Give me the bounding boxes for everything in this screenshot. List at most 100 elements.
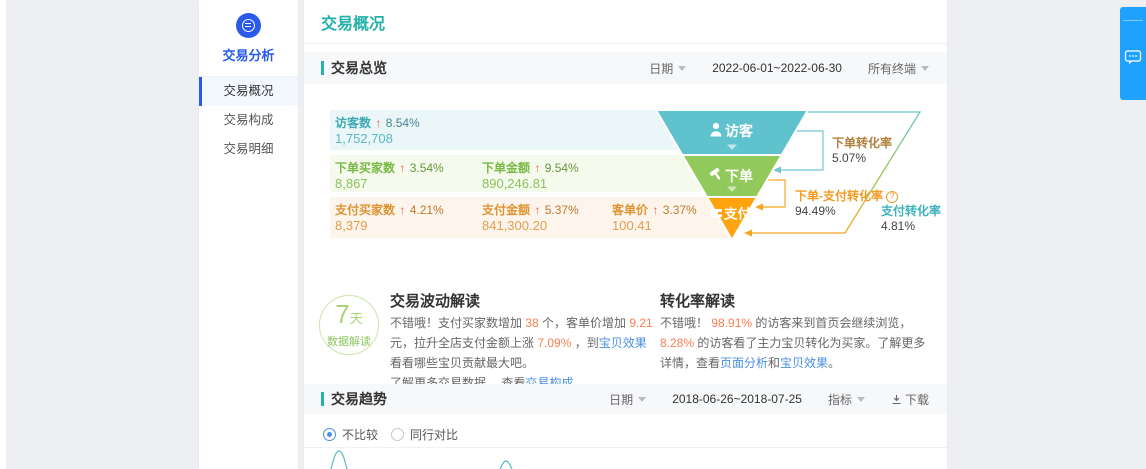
arrow-left-icon: [755, 204, 763, 211]
date-label: 日期: [649, 60, 673, 77]
sidebar: 交易分析 交易概况 交易构成 交易明细: [199, 0, 298, 469]
text-segment: 不错哦！: [660, 316, 711, 330]
download-icon: [891, 394, 902, 405]
radio-label: 不比较: [342, 426, 378, 443]
metric-label: 支付买家数: [335, 203, 395, 217]
sidebar-item-composition[interactable]: 交易构成: [199, 106, 298, 135]
conversion-value: 5.07%: [832, 151, 892, 166]
metric-avg-order: 客单价 ↑ 3.37% 100.41: [612, 203, 697, 233]
metric-label: 下单金额: [482, 161, 530, 175]
text-segment: 个，客单价增加: [539, 316, 630, 330]
text-segment: 8.28%: [660, 336, 694, 350]
conversion-pay: 支付转化率 4.81%: [881, 204, 941, 234]
download-label: 下载: [905, 391, 929, 408]
trend-date-range[interactable]: 2018-06-26~2018-07-25: [672, 392, 802, 406]
terminal-dropdown[interactable]: 所有终端: [868, 60, 929, 77]
arrow-up-icon: ↑: [533, 203, 541, 217]
overview-section-header: 交易总览 日期 2022-06-01~2022-06-30 所有终端: [304, 52, 947, 84]
compare-radio-group: 不比较 同行对比: [323, 426, 458, 443]
help-icon[interactable]: ?: [886, 191, 898, 203]
funnel-stage-label: 下单: [725, 168, 753, 184]
badge-number: 7: [335, 299, 349, 329]
funnel-stage-label: 支付: [723, 206, 752, 222]
metric-value: 8,379: [335, 218, 444, 233]
metric-pct: 5.37%: [545, 203, 579, 217]
metric-dropdown-label: 指标: [828, 391, 852, 408]
metric-label: 客单价: [612, 203, 648, 217]
funnel-stage-visitor[interactable]: 访客: [656, 110, 808, 155]
metric-pay-amount: 支付金额 ↑ 5.37% 841,300.20: [482, 203, 579, 233]
text-segment: 9.21: [629, 316, 652, 330]
insight-left-body: 不错哦！支付买家数增加 38 个，客单价增加 9.21 元，拉升全店支付金额上涨…: [390, 313, 658, 393]
badge-unit: 天: [350, 311, 363, 326]
radio-peer-compare[interactable]: 同行对比: [391, 426, 458, 443]
chevron-down-icon: [678, 66, 686, 71]
text-segment: ，到: [571, 336, 598, 350]
metric-dropdown[interactable]: 指标: [828, 391, 865, 408]
chevron-down-icon: [638, 397, 646, 402]
text-link[interactable]: 页面分析: [720, 356, 768, 370]
conversion-label: 支付转化率: [881, 204, 941, 219]
conversion-label: 下单-支付转化率: [795, 189, 883, 204]
conversion-value: 4.81%: [881, 219, 941, 234]
overview-section-title: 交易总览: [331, 58, 387, 78]
metric-pct: 4.21%: [410, 203, 444, 217]
left-margin: [0, 0, 6, 469]
arrow-up-icon: ↑: [533, 161, 541, 175]
funnel-stage-label: 访客: [725, 123, 754, 139]
text-segment: 。: [828, 356, 840, 370]
radio-label: 同行对比: [410, 426, 458, 443]
sidebar-item-overview[interactable]: 交易概况: [199, 77, 298, 106]
chat-bubble-icon: [1124, 49, 1142, 66]
insight-left-title: 交易波动解读: [390, 290, 480, 311]
insight-badge-7days: 7天 数据解读: [319, 295, 379, 355]
metric-pct: 3.54%: [410, 161, 444, 175]
metric-value: 890,246.81: [482, 176, 579, 191]
text-link[interactable]: 宝贝效果: [599, 336, 647, 350]
page-title: 交易概况: [321, 10, 385, 34]
metric-value: 8,867: [335, 176, 444, 191]
trend-section-header: 交易趋势 日期 2018-06-26~2018-07-25 指标 下载: [304, 384, 947, 414]
metric-pay-buyers: 支付买家数 ↑ 4.21% 8,379: [335, 203, 444, 233]
text-link[interactable]: 宝贝效果: [780, 356, 828, 370]
badge-caption: 数据解读: [327, 333, 371, 349]
text-segment: 看看哪些宝贝贡献最大吧。: [390, 356, 534, 370]
trend-peak: [331, 451, 347, 469]
metric-order-amount: 下单金额 ↑ 9.54% 890,246.81: [482, 161, 579, 191]
chevron-down-icon: [921, 66, 929, 71]
overview-date-range[interactable]: 2022-06-01~2022-06-30: [712, 61, 842, 75]
insight-right-body: 不错哦！ 98.91% 的访客来到首页会继续浏览， 8.28% 的访客看了主力宝…: [660, 313, 932, 373]
radio-icon: [391, 428, 404, 441]
text-segment: 和: [768, 356, 780, 370]
metric-value: 1,752,708: [335, 131, 420, 146]
trend-peak: [500, 461, 512, 469]
insight-right-title: 转化率解读: [660, 290, 735, 311]
text-segment: 38: [525, 316, 538, 330]
radio-no-compare[interactable]: 不比较: [323, 426, 378, 443]
trend-section-title: 交易趋势: [331, 389, 387, 409]
conversion-label: 下单转化率: [832, 136, 892, 151]
overview-date-dropdown[interactable]: 日期: [649, 60, 686, 77]
metric-visitors: 访客数 ↑ 8.54% 1,752,708: [335, 116, 420, 146]
arrow-up-icon: ↑: [651, 203, 659, 217]
visitor-person-icon: [713, 123, 719, 129]
metric-label: 支付金额: [482, 203, 530, 217]
section-accent-bar: [321, 61, 324, 75]
terminal-label: 所有终端: [868, 60, 916, 77]
metric-order-buyers: 下单买家数 ↑ 3.54% 8,867: [335, 161, 444, 191]
download-button[interactable]: 下载: [891, 391, 929, 408]
trend-line-chart: [304, 448, 947, 469]
pay-wallet-icon: [718, 212, 722, 215]
feedback-tab[interactable]: [1120, 7, 1146, 100]
app-title: 交易分析: [222, 45, 274, 64]
main-panel: 交易概况 交易总览 日期 2022-06-01~2022-06-30 所有终端: [304, 0, 947, 469]
section-accent-bar: [321, 392, 324, 406]
trend-date-dropdown[interactable]: 日期: [609, 391, 646, 408]
conversion-order: 下单转化率 5.07%: [832, 136, 892, 166]
metric-value: 100.41: [612, 218, 697, 233]
text-segment: 98.91%: [711, 316, 752, 330]
arrow-up-icon: ↑: [374, 116, 382, 130]
metric-pct: 9.54%: [545, 161, 579, 175]
sidebar-item-detail[interactable]: 交易明细: [199, 135, 298, 164]
metric-label: 访客数: [335, 116, 371, 130]
